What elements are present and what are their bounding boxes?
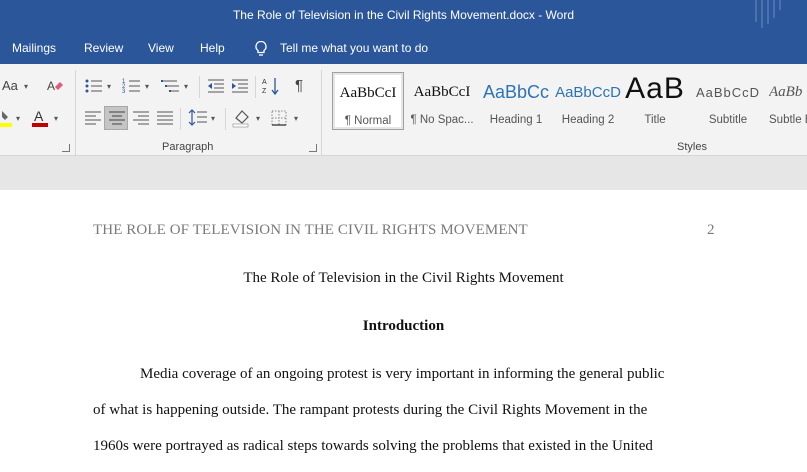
- chevron-down-icon[interactable]: ▾: [16, 114, 20, 123]
- styles-gallery: AaBbCcI ¶ Normal AaBbCcI ¶ No Spac... Aa…: [330, 68, 807, 132]
- style-name: Subtle E...: [769, 114, 807, 126]
- svg-text:A: A: [34, 108, 44, 124]
- style-subtle-emphasis[interactable]: AaBb Subtle E...: [766, 72, 807, 130]
- decrease-indent-icon[interactable]: [206, 77, 226, 95]
- decorative-pattern-icon: [755, 0, 781, 28]
- group-divider: [180, 108, 181, 130]
- style-heading-1[interactable]: AaBbCc Heading 1: [480, 72, 552, 130]
- chevron-down-icon[interactable]: ▾: [24, 82, 28, 91]
- group-divider: [255, 76, 256, 98]
- style-name: ¶ Normal: [344, 115, 392, 127]
- chevron-down-icon[interactable]: ▾: [256, 114, 260, 123]
- style-no-spacing[interactable]: AaBbCcI ¶ No Spac...: [406, 72, 478, 130]
- style-sample: AaBbCc: [482, 82, 550, 102]
- tab-review[interactable]: Review: [84, 41, 123, 55]
- style-normal[interactable]: AaBbCcI ¶ Normal: [332, 72, 404, 130]
- shading-icon[interactable]: [232, 108, 252, 128]
- line-spacing-icon[interactable]: [188, 109, 208, 127]
- paragraph-line: 1960s were portrayed as radical steps to…: [93, 438, 653, 454]
- style-heading-2[interactable]: AaBbCcD Heading 2: [552, 72, 624, 130]
- chevron-down-icon[interactable]: ▾: [294, 114, 298, 123]
- tab-view[interactable]: View: [148, 41, 174, 55]
- style-name: Heading 1: [489, 114, 543, 126]
- align-right-icon[interactable]: [132, 110, 150, 126]
- bullets-icon[interactable]: [84, 77, 104, 95]
- show-formatting-marks-icon[interactable]: ¶: [295, 78, 303, 94]
- document-background: [0, 157, 807, 190]
- chevron-down-icon[interactable]: ▾: [107, 82, 111, 91]
- font-color-icon[interactable]: A: [31, 108, 49, 128]
- style-name: Heading 2: [561, 114, 615, 126]
- style-sample: AaB: [625, 72, 685, 105]
- chevron-down-icon[interactable]: ▾: [184, 82, 188, 91]
- page-number: 2: [707, 222, 715, 238]
- group-divider: [321, 70, 322, 156]
- borders-icon[interactable]: [271, 110, 287, 126]
- paragraph-dialog-launcher[interactable]: [309, 144, 317, 152]
- tell-me-search[interactable]: Tell me what you want to do: [280, 41, 428, 55]
- chevron-down-icon[interactable]: ▾: [54, 114, 58, 123]
- chevron-down-icon[interactable]: ▾: [145, 82, 149, 91]
- document-page[interactable]: THE ROLE OF TELEVISION IN THE CIVIL RIGH…: [0, 190, 807, 472]
- align-center-icon: [109, 111, 125, 125]
- tab-help[interactable]: Help: [200, 41, 225, 55]
- svg-text:A: A: [262, 79, 267, 86]
- styles-group-label: Styles: [677, 141, 707, 153]
- font-dialog-launcher[interactable]: [62, 144, 70, 152]
- style-name: Subtitle: [708, 114, 748, 126]
- paragraph-line: Media coverage of an ongoing protest is …: [140, 366, 665, 382]
- style-sample: AaBbCcI: [339, 85, 397, 101]
- style-title[interactable]: AaB Title: [619, 72, 691, 130]
- section-heading: Introduction: [362, 318, 445, 334]
- svg-text:3: 3: [122, 89, 126, 95]
- group-divider: [225, 108, 226, 130]
- style-name: ¶ No Spac...: [410, 114, 474, 126]
- clear-formatting-icon[interactable]: A: [46, 77, 64, 95]
- numbering-icon[interactable]: 123: [122, 77, 142, 95]
- style-subtitle[interactable]: AaBbCcD Subtitle: [692, 72, 764, 130]
- group-divider: [75, 70, 76, 156]
- multilevel-list-icon[interactable]: [161, 77, 181, 95]
- chevron-down-icon[interactable]: ▾: [211, 114, 215, 123]
- style-sample: AaBbCcD: [555, 84, 621, 101]
- align-center-button[interactable]: [104, 106, 128, 130]
- title-bar: The Role of Television in the Civil Righ…: [0, 0, 807, 33]
- style-sample: AaBbCcD: [695, 85, 761, 100]
- highlight-color-icon[interactable]: [0, 108, 14, 128]
- style-sample: AaBb: [769, 84, 803, 100]
- svg-text:Z: Z: [262, 88, 267, 95]
- tab-mailings[interactable]: Mailings: [12, 41, 56, 55]
- ribbon-home: Aa ▾ A ▾ A ▾ ▾ 123 ▾ ▾ AZ ¶ ▾ ▾ ▾ Paragr…: [0, 64, 807, 156]
- sort-icon[interactable]: AZ: [262, 76, 280, 96]
- running-head: THE ROLE OF TELEVISION IN THE CIVIL RIGH…: [93, 222, 528, 238]
- paragraph-group-label: Paragraph: [162, 141, 214, 153]
- align-left-icon[interactable]: [84, 110, 102, 126]
- group-divider: [199, 76, 200, 98]
- lightbulb-icon[interactable]: [254, 40, 268, 57]
- svg-text:A: A: [47, 79, 55, 93]
- paragraph-line: of what is happening outside. The rampan…: [93, 402, 648, 418]
- style-sample: AaBbCcI: [413, 84, 471, 100]
- change-case-button[interactable]: Aa: [2, 78, 18, 94]
- ribbon-tabs: Mailings Review View Help Tell me what y…: [0, 33, 807, 64]
- justify-icon[interactable]: [156, 110, 174, 126]
- document-title: The Role of Television in the Civil Righ…: [243, 270, 564, 286]
- increase-indent-icon[interactable]: [230, 77, 250, 95]
- window-title: The Role of Television in the Civil Righ…: [232, 8, 575, 22]
- style-name: Title: [644, 114, 666, 126]
